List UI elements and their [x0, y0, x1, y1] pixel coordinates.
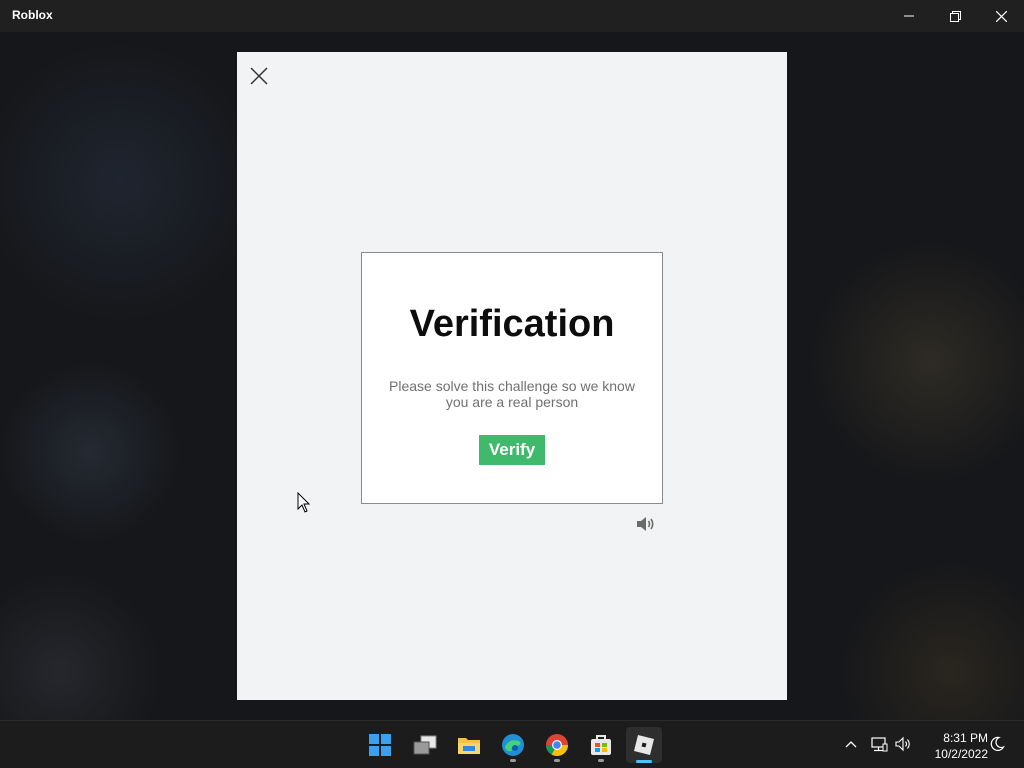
close-icon	[995, 10, 1007, 22]
close-window-button[interactable]	[978, 0, 1024, 32]
running-indicator	[510, 759, 516, 762]
speaker-icon	[637, 517, 654, 531]
challenge-description: Please solve this challenge so we know y…	[380, 378, 644, 410]
restore-button[interactable]	[932, 0, 978, 32]
window-title: Roblox	[12, 8, 53, 22]
store-icon	[591, 735, 611, 755]
chrome-button[interactable]	[539, 727, 575, 763]
challenge-description-line2: you are a real person	[445, 394, 579, 410]
chevron-up-icon	[845, 741, 857, 748]
clock-time: 8:31 PM	[943, 731, 988, 745]
show-hidden-icons-button[interactable]	[840, 733, 862, 755]
focus-assist-button[interactable]	[986, 733, 1008, 755]
start-button[interactable]	[362, 727, 398, 763]
file-explorer-button[interactable]	[451, 727, 487, 763]
edge-icon	[502, 734, 524, 756]
taskbar: 8:31 PM 10/2/2022	[0, 720, 1024, 768]
windows-start-icon	[369, 734, 391, 756]
verify-button[interactable]: Verify	[479, 435, 545, 465]
store-button[interactable]	[583, 727, 619, 763]
task-view-icon	[413, 735, 437, 755]
challenge-description-line1: Please solve this challenge so we know	[389, 378, 635, 394]
minimize-icon	[904, 15, 914, 17]
running-indicator	[598, 759, 604, 762]
audio-challenge-button[interactable]	[635, 514, 657, 534]
modal-close-button[interactable]	[249, 66, 269, 86]
volume-button[interactable]	[893, 733, 915, 755]
taskbar-clock[interactable]: 8:31 PM 10/2/2022	[918, 730, 988, 762]
focus-assist-icon	[990, 736, 1005, 751]
folder-icon	[458, 738, 480, 754]
roblox-icon	[634, 735, 654, 755]
restore-icon	[949, 10, 961, 22]
task-view-button[interactable]	[407, 727, 443, 763]
active-indicator	[636, 760, 652, 763]
mouse-cursor	[297, 492, 311, 513]
network-button[interactable]	[868, 733, 890, 755]
window-titlebar: Roblox	[0, 0, 1024, 32]
verification-modal: Verification Please solve this challenge…	[237, 52, 787, 700]
clock-date: 10/2/2022	[934, 747, 988, 761]
edge-button[interactable]	[495, 727, 531, 763]
chrome-icon	[546, 734, 568, 756]
close-icon	[250, 67, 268, 85]
volume-icon	[895, 736, 910, 752]
running-indicator	[554, 759, 560, 762]
challenge-heading: Verification	[409, 303, 615, 345]
roblox-button[interactable]	[626, 727, 662, 763]
minimize-button[interactable]	[886, 0, 932, 32]
challenge-box: Verification Please solve this challenge…	[361, 252, 663, 504]
network-icon	[871, 737, 888, 752]
